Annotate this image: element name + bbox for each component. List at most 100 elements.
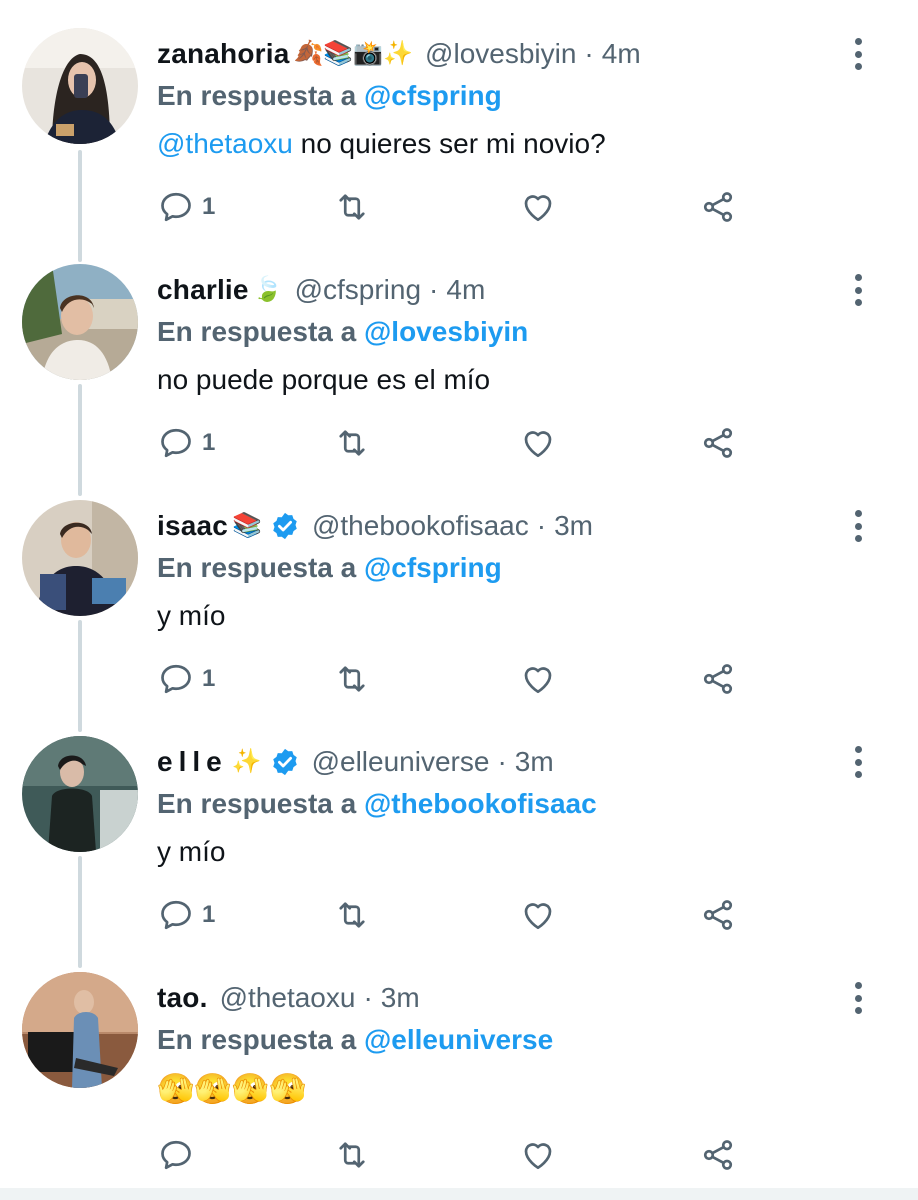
retweet-button[interactable]	[334, 656, 370, 702]
share-icon	[703, 900, 733, 930]
heart-icon	[524, 195, 552, 222]
like-button[interactable]	[520, 1132, 556, 1178]
tweet[interactable]: elle ✨ @elleuniverse · 3m En respuesta a…	[0, 708, 918, 944]
tweet[interactable]: charlie 🍃 @cfspring · 4m En respuesta a …	[0, 236, 918, 472]
share-button[interactable]	[700, 420, 736, 466]
name-emoji: ✨	[231, 748, 262, 775]
reply-to-mention[interactable]: @thebookofisaac	[364, 788, 597, 819]
body-text: no puede porque es el mío	[157, 364, 491, 395]
separator-dot: ·	[536, 510, 547, 541]
separator-dot: ·	[497, 746, 507, 777]
reply-bubble-icon	[161, 900, 191, 930]
reply-button[interactable]: 1	[158, 184, 215, 230]
name-emoji: 🍃	[252, 276, 283, 303]
avatar[interactable]	[22, 736, 138, 852]
user-handle[interactable]: @cfspring	[295, 274, 421, 306]
like-button[interactable]	[520, 184, 556, 230]
timestamp[interactable]: 4m	[446, 274, 485, 306]
reply-count: 1	[202, 901, 216, 928]
share-button[interactable]	[700, 184, 736, 230]
display-name[interactable]: zanahoria	[157, 38, 290, 70]
heart-icon	[524, 667, 552, 694]
reply-prefix: En respuesta a	[157, 80, 357, 111]
share-icon	[703, 428, 733, 458]
retweet-icon	[339, 902, 365, 928]
heart-icon	[524, 431, 552, 458]
bottom-divider	[0, 1188, 918, 1200]
reply-bubble-icon	[161, 1140, 191, 1170]
tweet-header: charlie 🍃 @cfspring · 4m	[157, 270, 485, 310]
like-button[interactable]	[520, 892, 556, 938]
more-vertical-icon[interactable]	[848, 746, 868, 778]
reply-button[interactable]: 1	[158, 892, 215, 938]
more-vertical-icon[interactable]	[848, 38, 868, 70]
body-mention[interactable]: @thetaoxu	[157, 128, 293, 159]
retweet-button[interactable]	[334, 184, 370, 230]
share-button[interactable]	[700, 892, 736, 938]
share-icon	[703, 664, 733, 694]
timestamp[interactable]: 3m	[554, 510, 593, 542]
tweet-header: zanahoria 🍂📚📸✨ @lovesbiyin · 4m	[157, 34, 641, 74]
reply-to-mention[interactable]: @cfspring	[364, 552, 502, 583]
body-text: y mío	[157, 836, 226, 867]
tweet-header: elle ✨ @elleuniverse · 3m	[157, 742, 554, 782]
tweet[interactable]: isaac 📚 @thebookofisaac · 3m En respuest…	[0, 472, 918, 708]
reply-prefix: En respuesta a	[157, 788, 357, 819]
user-handle[interactable]: @lovesbiyin	[425, 38, 576, 70]
avatar[interactable]	[22, 500, 138, 616]
retweet-button[interactable]	[334, 1132, 370, 1178]
share-button[interactable]	[700, 656, 736, 702]
retweet-icon	[339, 430, 365, 456]
reply-button[interactable]: 1	[158, 656, 215, 702]
timestamp[interactable]: 3m	[515, 746, 554, 778]
reply-to-mention[interactable]: @lovesbiyin	[364, 316, 528, 347]
reply-count: 1	[202, 665, 216, 692]
avatar[interactable]	[22, 264, 138, 380]
user-handle[interactable]: @elleuniverse	[312, 746, 490, 778]
avatar[interactable]	[22, 28, 138, 144]
action-bar: 1	[0, 892, 918, 938]
tweet[interactable]: tao. @thetaoxu · 3m En respuesta a @elle…	[0, 944, 918, 1180]
verified-badge-icon	[272, 748, 297, 776]
display-name[interactable]: elle	[157, 746, 228, 778]
reply-bubble-icon	[161, 664, 191, 694]
body-emoji: 🫣🫣🫣🫣	[157, 1073, 307, 1106]
like-button[interactable]	[520, 656, 556, 702]
action-bar: 1	[0, 656, 918, 702]
reply-prefix: En respuesta a	[157, 316, 357, 347]
retweet-icon	[339, 1142, 365, 1168]
reply-prefix: En respuesta a	[157, 1024, 357, 1055]
more-vertical-icon[interactable]	[848, 510, 868, 542]
more-vertical-icon[interactable]	[848, 274, 868, 306]
action-bar: 1	[0, 184, 918, 230]
reply-to-mention[interactable]: @elleuniverse	[364, 1024, 553, 1055]
separator-dot: ·	[584, 38, 594, 69]
name-emoji: 🍂📚📸✨	[293, 40, 414, 67]
reply-to-mention[interactable]: @cfspring	[364, 80, 502, 111]
like-button[interactable]	[520, 420, 556, 466]
tweet-header: tao. @thetaoxu · 3m	[157, 978, 420, 1018]
avatar[interactable]	[22, 972, 138, 1088]
reply-button[interactable]	[158, 1132, 202, 1178]
separator-dot: ·	[363, 982, 373, 1013]
more-vertical-icon[interactable]	[848, 982, 868, 1014]
display-name[interactable]: isaac	[157, 510, 228, 542]
tweet-text: @thetaoxu no quieres ser mi novio?	[157, 128, 606, 160]
tweet-header: isaac 📚 @thebookofisaac · 3m	[157, 506, 593, 546]
tweet[interactable]: zanahoria 🍂📚📸✨ @lovesbiyin · 4m En respu…	[0, 0, 918, 236]
reply-button[interactable]: 1	[158, 420, 215, 466]
retweet-button[interactable]	[334, 420, 370, 466]
display-name[interactable]: charlie	[157, 274, 249, 306]
timestamp[interactable]: 4m	[602, 38, 641, 70]
tweet-text: y mío	[157, 836, 225, 868]
timestamp[interactable]: 3m	[381, 982, 420, 1014]
display-name[interactable]: tao.	[157, 982, 208, 1014]
user-handle[interactable]: @thebookofisaac	[312, 510, 529, 542]
user-handle[interactable]: @thetaoxu	[220, 982, 356, 1014]
share-icon	[703, 1140, 733, 1170]
verified-badge-icon	[273, 512, 297, 540]
reply-bubble-icon	[161, 428, 191, 458]
share-button[interactable]	[700, 1132, 736, 1178]
retweet-button[interactable]	[334, 892, 370, 938]
action-bar: 1	[0, 420, 918, 466]
